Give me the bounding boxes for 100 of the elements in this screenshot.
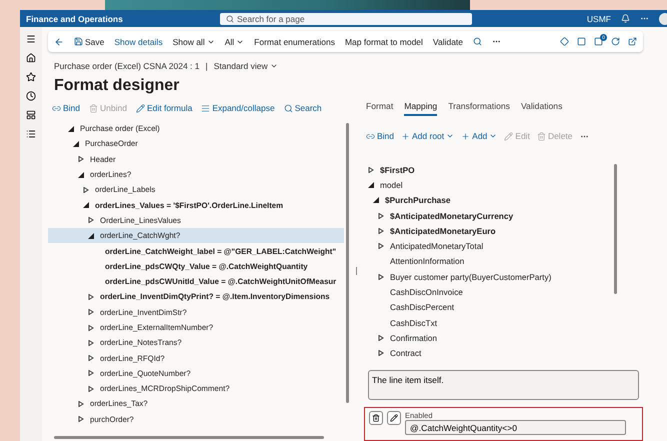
tree-item[interactable]: Contract [362,346,643,361]
tree-item[interactable]: model [362,177,643,193]
search-icon [226,14,234,22]
tab[interactable]: Validations [520,101,562,116]
tab[interactable]: Mapping [404,101,438,116]
action-button[interactable]: Add root [401,131,454,141]
collapsed-triangle-icon[interactable] [88,355,94,362]
action-button[interactable]: Search [284,103,322,113]
collapsed-triangle-icon[interactable] [88,309,94,316]
pencil-icon [136,104,145,112]
collapsed-triangle-icon[interactable] [378,243,384,250]
tree-item[interactable]: $PurchPurchase [362,192,643,208]
search-placeholder: Search for a page [237,14,305,24]
chevron-down-icon [446,132,454,140]
collapsed-triangle-icon[interactable] [78,156,84,162]
toolbar-button[interactable]: Show details [114,36,163,46]
collapsed-triangle-icon[interactable] [378,228,384,234]
tree-item[interactable]: $FirstPO [362,162,643,178]
collapsed-triangle-icon[interactable] [88,217,94,224]
tab[interactable]: Transformations [448,101,510,116]
expanded-triangle-icon[interactable] [68,126,74,132]
expanded-triangle-icon[interactable] [368,182,374,188]
tree-item[interactable]: Confirmation [362,330,643,346]
workspace-icon[interactable] [26,110,36,120]
company-code[interactable]: USMF [586,14,611,24]
toolbar-button[interactable]: Validate [432,36,464,46]
pencil-icon [504,132,514,140]
tree-item[interactable]: AnticipatedMonetaryTotal [362,238,643,254]
tree-item[interactable]: $AnticipatedMonetaryCurrency [362,208,643,224]
toolbar-button[interactable]: All [224,36,244,46]
collapsed-triangle-icon[interactable] [88,370,94,376]
expanded-triangle-icon[interactable] [373,197,379,204]
expanded-triangle-icon[interactable] [88,232,94,239]
diamond-icon[interactable] [560,37,569,46]
action-button[interactable]: Bind [52,103,80,113]
back-icon[interactable] [54,36,64,46]
description-field[interactable]: The line item itself. [368,370,639,400]
popout-icon[interactable] [628,37,637,46]
page-title: Format designer [54,77,180,95]
scrollbar[interactable] [346,123,349,403]
list-icon[interactable] [26,129,36,139]
action-button[interactable]: Edit formula [136,103,192,113]
scrollbar[interactable] [54,436,324,439]
collapsed-triangle-icon[interactable] [83,186,89,193]
link-icon [366,132,375,140]
delete-button[interactable] [369,411,383,425]
trash-icon [89,104,98,112]
toolbar-button[interactable]: Format enumerations [254,36,335,46]
collapsed-triangle-icon[interactable] [88,386,94,392]
tree-item[interactable]: Buyer customer party(BuyerCustomerParty) [362,269,643,284]
tree-item[interactable]: CashDiscPercent [362,300,643,315]
app-title: Finance and Operations [26,14,124,24]
bell-icon[interactable] [621,14,630,23]
search-icon [284,104,293,112]
tree-item[interactable]: AttentionInformation [362,254,643,270]
chevron-down-icon [489,132,498,140]
tree-item[interactable]: CashDiscOnInvoice [362,284,643,300]
list-icon [201,104,210,112]
trash-icon [536,132,546,140]
collapsed-triangle-icon[interactable] [88,340,94,346]
collapsed-triangle-icon[interactable] [78,400,84,407]
breadcrumb: Purchase order (Excel) CSNA 2024 : 1 [54,61,200,71]
tab[interactable]: Format [366,101,394,116]
expanded-triangle-icon[interactable] [78,172,84,178]
action-button[interactable]: Add [461,131,498,141]
expanded-triangle-icon[interactable] [83,202,89,208]
collapsed-triangle-icon[interactable] [368,166,374,173]
action-button[interactable]: Expand/collapse [201,103,275,113]
menu-icon[interactable] [26,34,36,44]
toolbar-button[interactable]: Show all [172,36,215,46]
chevron-down-icon [270,62,278,70]
action-button[interactable]: Bind [366,131,394,141]
search-field[interactable]: Search for a page [220,12,472,24]
expanded-triangle-icon[interactable] [73,140,79,147]
separator: | [206,61,208,71]
scrollbar[interactable] [614,164,617,294]
tree-item[interactable]: $AnticipatedMonetaryEuro [362,223,643,238]
search-icon[interactable] [473,37,482,46]
save-icon [74,37,83,46]
trash-icon [372,414,380,422]
collapsed-triangle-icon[interactable] [378,334,384,341]
view-selector[interactable]: Standard view [214,61,278,71]
collapsed-triangle-icon[interactable] [378,212,384,219]
input-field[interactable]: @.CatchWeightQuantity<>0 [405,420,626,435]
link-icon [52,104,61,112]
home-icon[interactable] [26,53,36,63]
edit-button[interactable] [387,411,401,425]
plus-icon [461,132,470,140]
collapsed-triangle-icon[interactable] [378,274,384,280]
collapsed-triangle-icon[interactable] [88,294,94,300]
refresh-icon[interactable] [611,37,620,46]
collapsed-triangle-icon[interactable] [88,324,94,330]
toolbar-button[interactable]: Map format to model [344,36,423,46]
collapsed-triangle-icon[interactable] [378,350,384,356]
plus-icon [401,132,410,140]
tree-item[interactable]: CashDiscTxt [362,314,643,330]
star-icon[interactable] [26,72,36,82]
clock-icon[interactable] [26,91,36,101]
collapsed-triangle-icon[interactable] [78,416,84,422]
toolbar-button[interactable]: Save [74,36,104,46]
